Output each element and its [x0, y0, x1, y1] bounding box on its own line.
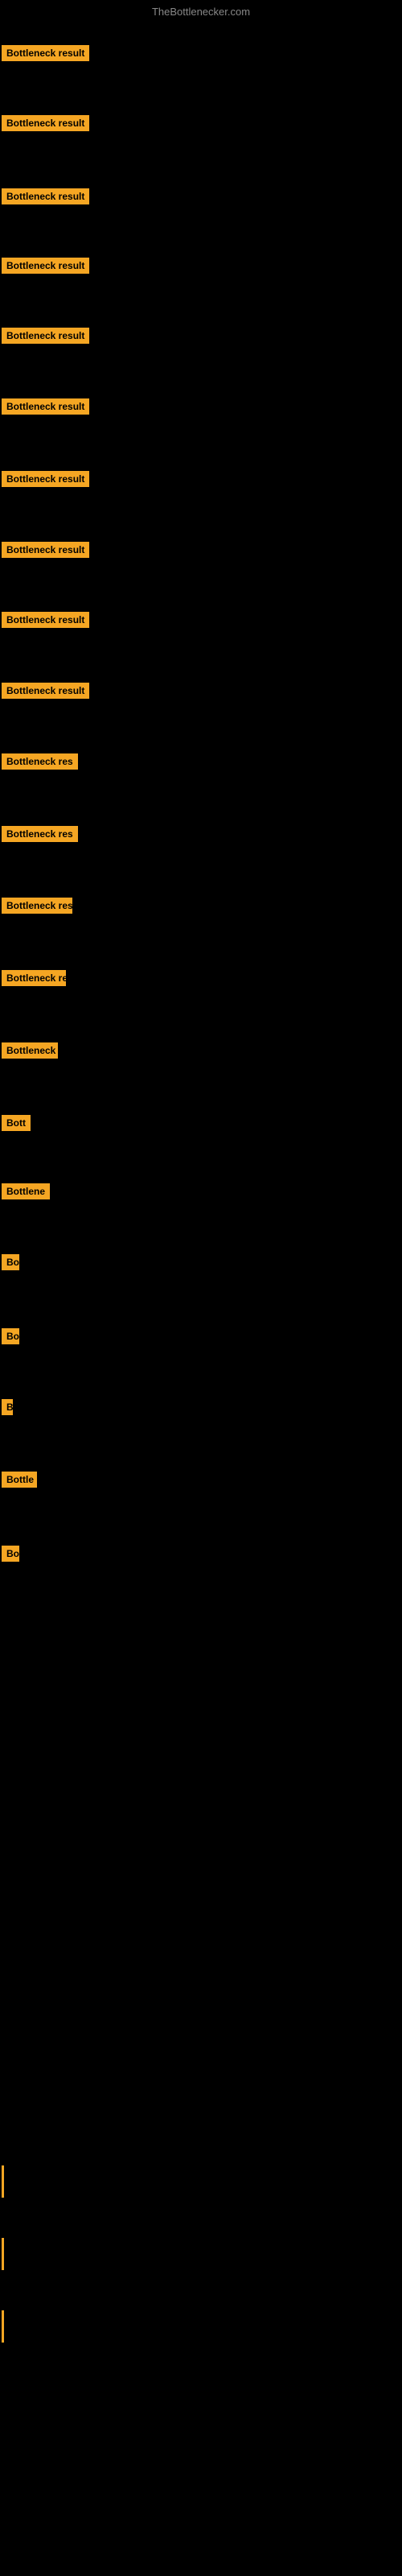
vertical-bar-24 — [2, 2310, 4, 2343]
bottleneck-row-16: Bottlene — [2, 1183, 50, 1203]
bottleneck-label-15: Bott — [2, 1115, 31, 1131]
bottleneck-row-14: Bottleneck — [2, 1042, 58, 1063]
bottleneck-row-11: Bottleneck res — [2, 826, 78, 846]
bottleneck-row-4: Bottleneck result — [2, 328, 89, 348]
vertical-bar-22 — [2, 2165, 4, 2198]
bottleneck-row-12: Bottleneck res — [2, 898, 72, 918]
bottleneck-label-11: Bottleneck res — [2, 826, 78, 842]
bottleneck-label-5: Bottleneck result — [2, 398, 89, 415]
bottleneck-label-1: Bottleneck result — [2, 115, 89, 131]
bottleneck-row-2: Bottleneck result — [2, 188, 89, 208]
bottleneck-label-18: Bo — [2, 1328, 19, 1344]
bottleneck-label-7: Bottleneck result — [2, 542, 89, 558]
bottleneck-row-21: Bo — [2, 1546, 19, 1566]
bottleneck-row-7: Bottleneck result — [2, 542, 89, 562]
bottleneck-label-8: Bottleneck result — [2, 612, 89, 628]
bottleneck-row-1: Bottleneck result — [2, 115, 89, 135]
bottleneck-row-13: Bottleneck res — [2, 970, 66, 990]
bottleneck-row-20: Bottle — [2, 1472, 37, 1492]
bottleneck-label-17: Bo — [2, 1254, 19, 1270]
bottleneck-label-6: Bottleneck result — [2, 471, 89, 487]
bottleneck-label-3: Bottleneck result — [2, 258, 89, 274]
bottleneck-row-10: Bottleneck res — [2, 753, 78, 774]
vertical-bar-23 — [2, 2238, 4, 2270]
bottleneck-row-19: B — [2, 1399, 13, 1419]
bottleneck-row-9: Bottleneck result — [2, 683, 89, 703]
bottleneck-label-13: Bottleneck res — [2, 970, 66, 986]
bottleneck-label-9: Bottleneck result — [2, 683, 89, 699]
bottleneck-label-0: Bottleneck result — [2, 45, 89, 61]
bottleneck-label-20: Bottle — [2, 1472, 37, 1488]
bottleneck-row-17: Bo — [2, 1254, 19, 1274]
bottleneck-label-4: Bottleneck result — [2, 328, 89, 344]
bottleneck-row-15: Bott — [2, 1115, 31, 1135]
bottleneck-label-16: Bottlene — [2, 1183, 50, 1199]
bottleneck-label-14: Bottleneck — [2, 1042, 58, 1059]
site-title: TheBottlenecker.com — [0, 2, 402, 22]
bottleneck-label-10: Bottleneck res — [2, 753, 78, 770]
bottleneck-row-3: Bottleneck result — [2, 258, 89, 278]
bottleneck-row-8: Bottleneck result — [2, 612, 89, 632]
bottleneck-row-0: Bottleneck result — [2, 45, 89, 65]
bottleneck-row-5: Bottleneck result — [2, 398, 89, 419]
bottleneck-label-19: B — [2, 1399, 13, 1415]
bottleneck-row-6: Bottleneck result — [2, 471, 89, 491]
bottleneck-label-2: Bottleneck result — [2, 188, 89, 204]
bottleneck-label-21: Bo — [2, 1546, 19, 1562]
bottleneck-label-12: Bottleneck res — [2, 898, 72, 914]
bottleneck-row-18: Bo — [2, 1328, 19, 1348]
